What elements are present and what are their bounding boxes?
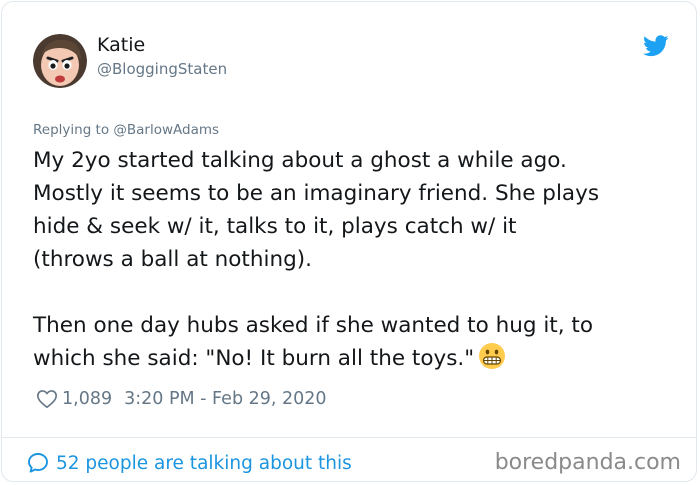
tweet-text-line: Then one day hubs asked if she wanted to… — [33, 313, 593, 338]
tweet-text-line: My 2yo started talking about a ghost a w… — [33, 148, 567, 173]
heart-outline-svg — [37, 390, 57, 409]
tweet-meta: 1,089 3:20 PM - Feb 29, 2020 — [36, 386, 327, 412]
heart-icon[interactable] — [36, 388, 58, 410]
tweet-text-line: hide & seek w/ it, talks to it, plays ca… — [33, 214, 517, 239]
grimacing-face-emoji-icon — [478, 342, 506, 370]
conversation-label: 52 people are talking about this — [56, 452, 352, 474]
divider — [2, 437, 696, 438]
twitter-logo-svg — [643, 35, 669, 57]
tweet-card: Katie @BloggingStaten Replying to @Barlo… — [1, 1, 697, 482]
tweet-text: My 2yo started talking about a ghost a w… — [33, 144, 683, 375]
tweet-text-line: Mostly it seems to be an imaginary frien… — [33, 181, 600, 206]
tweet-timestamp[interactable]: 3:20 PM - Feb 29, 2020 — [124, 389, 326, 409]
like-count[interactable]: 1,089 — [62, 389, 112, 409]
tweet-text-line: (throws a ball at nothing). — [33, 247, 312, 272]
speech-bubble-svg — [28, 453, 48, 473]
avatar[interactable] — [33, 34, 87, 88]
twitter-bird-icon[interactable] — [643, 35, 669, 57]
cartoon-face-avatar-icon — [33, 34, 87, 88]
tweet-text-line: which she said: "No! It burn all the toy… — [33, 346, 475, 371]
speech-bubble-icon — [26, 451, 50, 475]
user-handle[interactable]: @BloggingStaten — [97, 60, 227, 78]
tweet-text-line-with-emoji: which she said: "No! It burn all the toy… — [33, 342, 683, 375]
grimacing-face-svg — [479, 343, 506, 369]
watermark: boredpanda.com — [494, 450, 681, 475]
display-name[interactable]: Katie — [97, 34, 145, 56]
replying-to-label[interactable]: Replying to @BarlowAdams — [33, 122, 219, 138]
conversation-link[interactable]: 52 people are talking about this — [26, 450, 352, 476]
